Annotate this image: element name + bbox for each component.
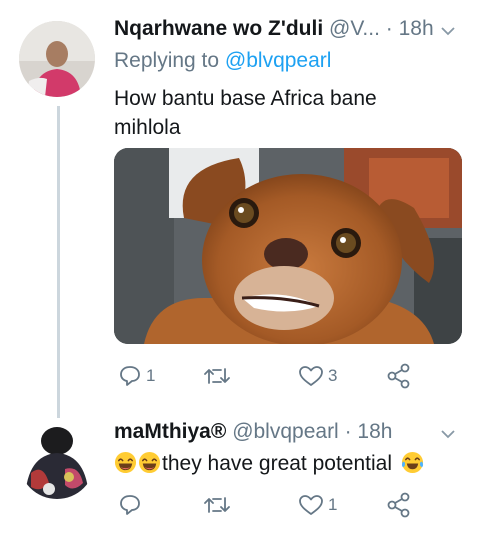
share-icon — [387, 492, 410, 518]
share-button[interactable] — [386, 490, 412, 520]
separator-dot: · — [385, 17, 393, 40]
tweet-1[interactable]: Nqarhwane wo Z'duli @V... · 18h Replying… — [0, 0, 480, 418]
thread-line — [57, 106, 60, 418]
retweet-button[interactable] — [202, 361, 236, 391]
reply-icon — [120, 495, 140, 515]
tweet-text: How bantu base Africa bane mihlola — [114, 84, 377, 142]
display-name[interactable]: Nqarhwane wo Z'duli — [114, 17, 323, 40]
chevron-down-icon[interactable] — [441, 427, 455, 441]
tweet-actions: 1 3 — [114, 361, 434, 391]
reply-icon — [120, 366, 140, 386]
like-button[interactable]: 1 — [298, 490, 337, 520]
reply-button[interactable] — [118, 490, 146, 520]
like-count: 1 — [328, 495, 338, 514]
tweet-text: they have great potential — [114, 449, 425, 478]
timestamp[interactable]: 18h — [357, 420, 392, 443]
tweet-header: maMthiya® @blvqpearl · 18h — [114, 418, 392, 446]
tweet-text-line: How bantu base Africa bane — [114, 87, 377, 110]
retweet-icon — [204, 368, 230, 384]
avatar-image — [19, 21, 95, 97]
tears-of-joy-icon — [401, 451, 423, 474]
like-count: 3 — [328, 366, 338, 385]
laughing-face-icon — [114, 451, 137, 474]
user-handle[interactable]: @V... — [329, 17, 380, 40]
display-name[interactable]: maMthiya® — [114, 420, 226, 443]
avatar[interactable] — [19, 423, 95, 499]
share-icon — [387, 363, 410, 389]
laughing-face-icon — [138, 451, 161, 474]
dog-photo — [114, 148, 462, 344]
tweet-2[interactable]: maMthiya® @blvqpearl · 18h they have gre… — [0, 405, 480, 541]
reply-button[interactable]: 1 — [118, 361, 155, 391]
retweet-button[interactable] — [202, 490, 236, 520]
heart-icon — [299, 366, 323, 386]
replying-prefix: Replying to — [114, 49, 220, 72]
retweet-icon — [204, 497, 230, 513]
avatar-image — [19, 423, 95, 499]
timestamp[interactable]: 18h — [399, 17, 434, 40]
reply-mention-link[interactable]: @blvqpearl — [225, 49, 332, 72]
user-handle[interactable]: @blvqpearl — [232, 420, 339, 443]
separator-dot: · — [344, 420, 352, 443]
avatar[interactable] — [19, 21, 95, 97]
tweet-image[interactable] — [114, 148, 462, 344]
tweet-actions: 1 — [114, 490, 434, 520]
tweet-text-body: they have great potential — [162, 452, 392, 475]
tweet-header: Nqarhwane wo Z'duli @V... · 18h — [114, 15, 434, 43]
replying-to: Replying to @blvqpearl — [114, 47, 331, 75]
tweet-text-line: mihlola — [114, 116, 181, 139]
heart-icon — [299, 495, 323, 515]
share-button[interactable] — [386, 361, 412, 391]
chevron-down-icon[interactable] — [441, 24, 455, 38]
reply-count: 1 — [146, 366, 156, 385]
like-button[interactable]: 3 — [298, 361, 337, 391]
